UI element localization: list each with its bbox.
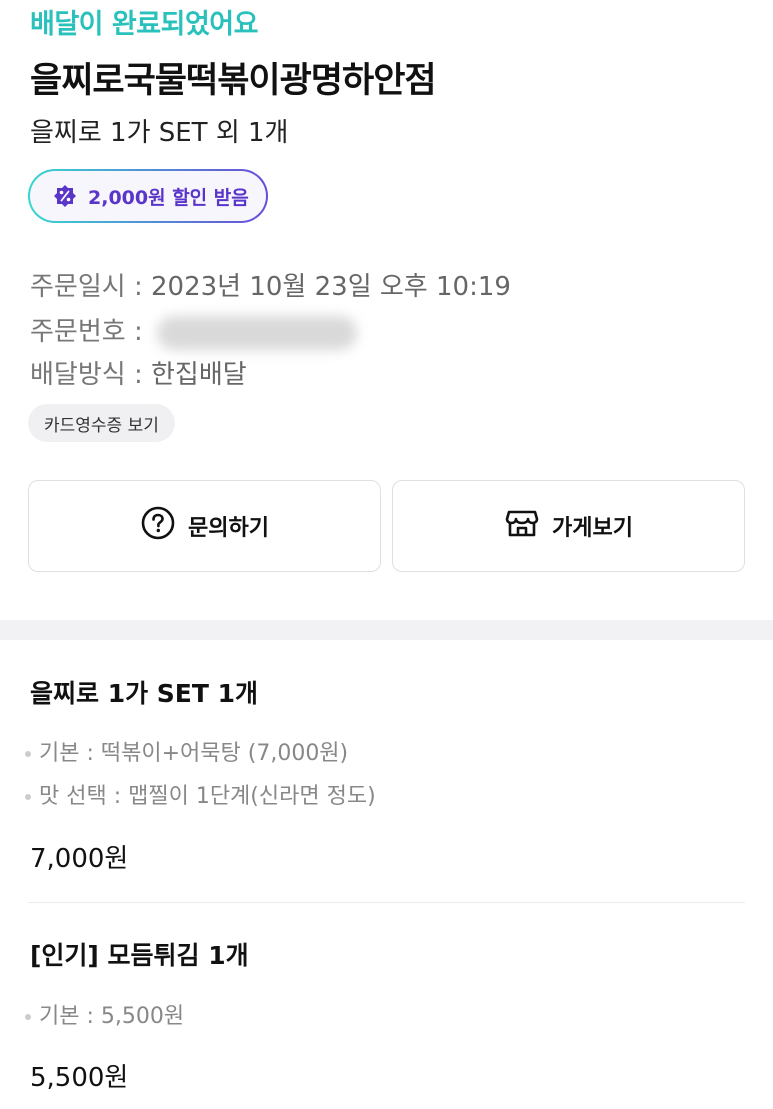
item-title: [인기] 모듬튀김 1개 (30, 941, 249, 970)
item-title: 을찌로 1가 SET 1개 (30, 679, 259, 708)
coupon-label: 2,000원 할인 받음 (88, 186, 249, 209)
order-number-label: 주문번호 : (30, 317, 151, 347)
view-store-button[interactable]: 가게보기 (392, 480, 745, 572)
item-option: 기본 : 떡볶이+어묵탕 (7,000원) (25, 735, 348, 767)
inquiry-button[interactable]: 문의하기 (28, 480, 381, 572)
order-number-row: 주문번호 : (30, 311, 357, 350)
card-receipt-button[interactable]: 카드영수증 보기 (28, 404, 175, 442)
view-store-button-label: 가게보기 (552, 516, 633, 541)
item-option-text: 맛 선택 : 맵찔이 1단계(신라면 정도) (39, 784, 376, 809)
item-option: 맛 선택 : 맵찔이 1단계(신라면 정도) (25, 778, 376, 810)
delivery-method-label: 배달방식 : (30, 360, 151, 390)
order-summary: 을찌로 1가 SET 외 1개 (30, 118, 289, 148)
order-date-label: 주문일시 : (30, 272, 151, 302)
order-number-redacted (156, 315, 357, 350)
order-header: 배달이 완료되었어요 을찌로국물떡볶이광명하안점 을찌로 1가 SET 외 1개… (0, 0, 773, 620)
item-option-text: 기본 : 5,500원 (39, 1004, 185, 1029)
storefront-icon (504, 505, 540, 547)
item-price: 5,500원 (30, 1063, 129, 1093)
item-price: 7,000원 (30, 844, 129, 874)
item-separator (28, 902, 745, 903)
order-date-row: 주문일시 : 2023년 10월 23일 오후 10:19 (30, 266, 511, 303)
bullet-icon (25, 751, 31, 757)
delivery-method-row: 배달방식 : 한집배달 (30, 354, 247, 391)
inquiry-button-label: 문의하기 (188, 516, 269, 541)
discount-badge-icon (52, 183, 78, 209)
question-circle-icon (140, 505, 176, 547)
bullet-icon (25, 1014, 31, 1020)
item-option: 기본 : 5,500원 (25, 998, 184, 1030)
discount-coupon-badge: 2,000원 할인 받음 (28, 169, 268, 223)
delivery-method-value: 한집배달 (150, 360, 247, 390)
item-option-text: 기본 : 떡볶이+어묵탕 (7,000원) (39, 741, 349, 766)
bullet-icon (25, 794, 31, 800)
store-name[interactable]: 을찌로국물떡볶이광명하안점 (30, 52, 437, 103)
order-date-value: 2023년 10월 23일 오후 10:19 (150, 272, 511, 302)
section-divider (0, 620, 773, 640)
delivery-status: 배달이 완료되었어요 (30, 9, 258, 40)
